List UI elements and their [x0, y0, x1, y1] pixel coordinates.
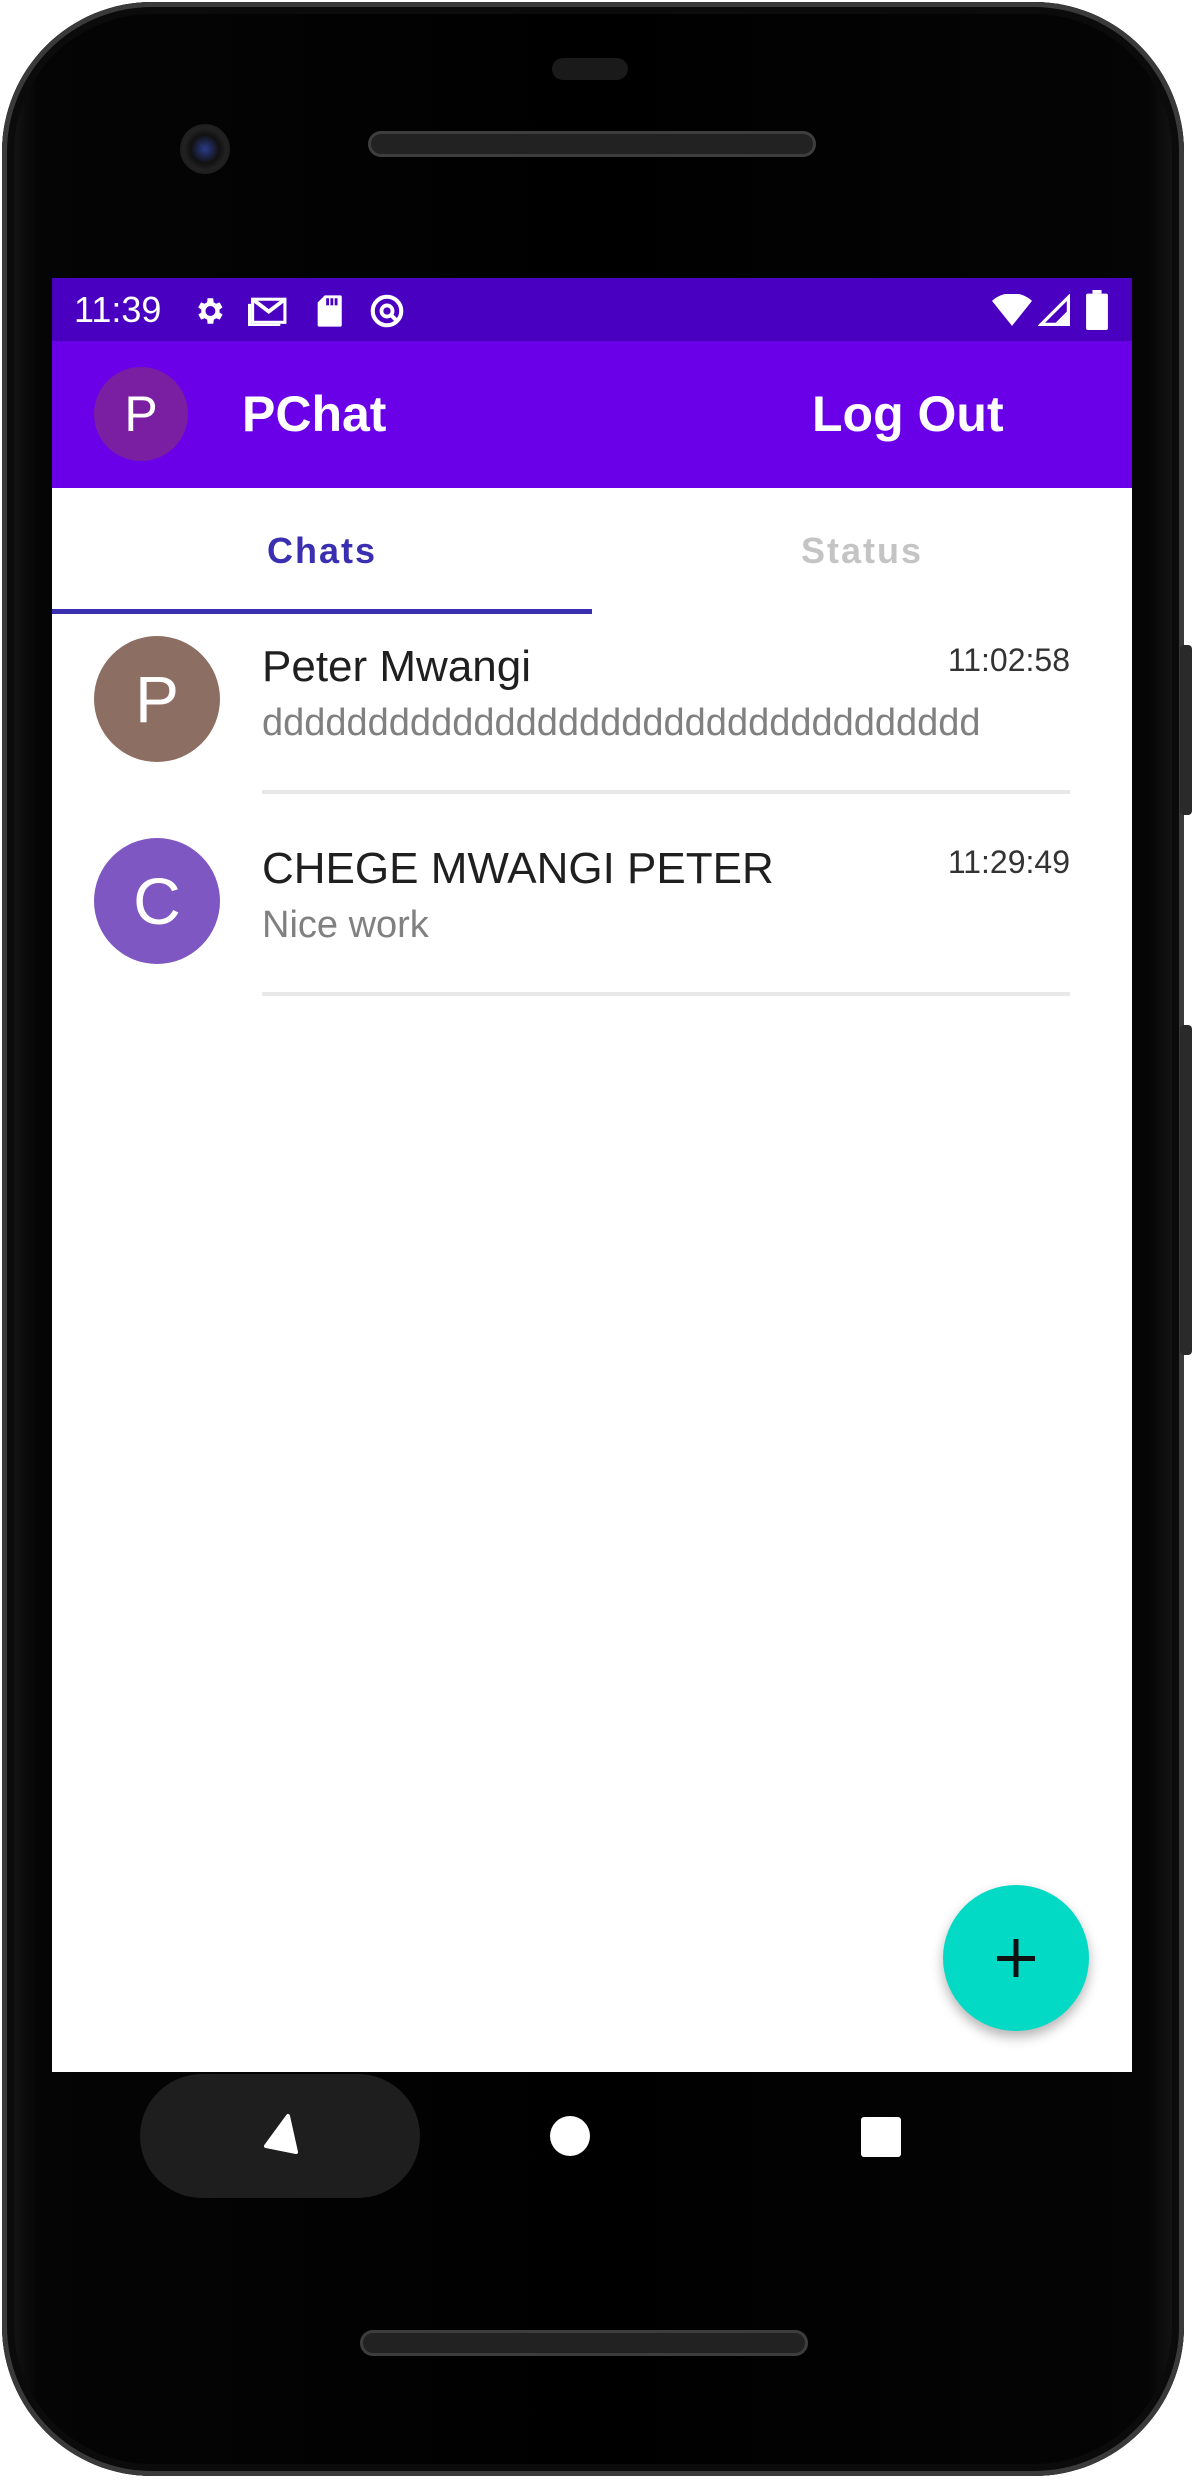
- app-bar: P PChat Log Out: [52, 341, 1132, 488]
- wifi-icon: [992, 294, 1032, 326]
- divider: [262, 790, 1070, 794]
- chat-last-message: Nice work: [262, 904, 429, 946]
- plus-icon: [997, 1939, 1035, 1977]
- divider: [262, 992, 1070, 996]
- earpiece-speaker: [368, 131, 816, 157]
- home-button[interactable]: [548, 2114, 592, 2158]
- tab-indicator: [52, 609, 592, 614]
- chat-time: 11:29:49: [947, 844, 1070, 880]
- back-button[interactable]: [140, 2074, 420, 2198]
- system-nav-bar: [52, 2072, 1132, 2198]
- chat-avatar: P: [94, 636, 220, 762]
- status-bar: 11:39: [52, 278, 1132, 341]
- recents-button[interactable]: [860, 2116, 902, 2158]
- phone-device: 11:39 P PChat Log Out Chats Status P Pet…: [0, 0, 1194, 2480]
- signal-icon: [1038, 294, 1070, 326]
- front-camera: [180, 124, 230, 174]
- chat-list-item[interactable]: P Peter Mwangi 11:02:58 dddddddddddddddd…: [52, 636, 1132, 838]
- status-time: 11:39: [74, 289, 162, 330]
- screen: 11:39 P PChat Log Out Chats Status P Pet…: [52, 278, 1132, 2072]
- chat-avatar: C: [94, 838, 220, 964]
- vpn-icon: [370, 294, 404, 328]
- app-title: PChat: [242, 386, 387, 442]
- chat-time: 11:02:58: [947, 642, 1070, 678]
- chat-name: Peter Mwangi: [262, 642, 532, 691]
- recents-icon: [861, 2117, 901, 2157]
- tab-bar: Chats Status: [52, 488, 1132, 613]
- proximity-sensor: [552, 58, 628, 80]
- sd-card-icon: [317, 295, 342, 327]
- chat-last-message: dddddddddddddddddddddddddddddddddd: [262, 702, 981, 744]
- tab-chats[interactable]: Chats: [52, 488, 592, 613]
- volume-button: [1180, 1025, 1192, 1355]
- user-avatar[interactable]: P: [94, 367, 188, 461]
- tab-status[interactable]: Status: [592, 488, 1132, 613]
- chat-list-item[interactable]: C CHEGE MWANGI PETER 11:29:49 Nice work: [52, 838, 1132, 1040]
- power-button: [1180, 645, 1192, 815]
- battery-icon: [1086, 290, 1108, 330]
- back-icon: [264, 2114, 298, 2154]
- bottom-speaker: [360, 2330, 808, 2356]
- gmail-icon: [248, 297, 287, 326]
- new-chat-button[interactable]: [943, 1885, 1089, 2031]
- chat-name: CHEGE MWANGI PETER: [262, 844, 774, 893]
- logout-button[interactable]: Log Out: [812, 341, 1004, 488]
- home-icon: [550, 2116, 590, 2156]
- gear-icon: [198, 298, 223, 324]
